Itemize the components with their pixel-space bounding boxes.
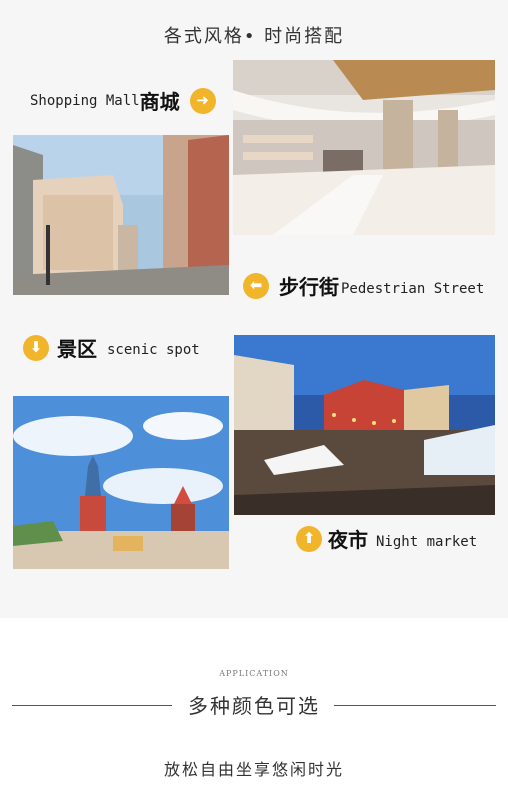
scenic-label-en: scenic spot [107, 341, 200, 358]
night-market-photo [234, 335, 495, 515]
right-arrow-icon: ➜ [189, 87, 216, 114]
street-label: ⬅ 步行街 Pedestrian Street [243, 271, 484, 300]
scenic-label-zh: 景区 [57, 337, 97, 361]
tagline: 放松自由坐享悠闲时光 [163, 760, 344, 779]
left-arrow-icon: ⬅ [243, 272, 269, 299]
scenic-label: ⬇ 景区 scenic spot [23, 333, 200, 362]
mall-label: Shopping Mall 商城 ➜ [30, 86, 216, 115]
down-arrow-icon: ⬇ [23, 334, 49, 361]
page-title: 各式风格• 时尚搭配 [163, 26, 345, 47]
mall-photo [233, 60, 495, 235]
street-label-en: Pedestrian Street [341, 280, 485, 297]
night-label: ⬆ 夜市 Night market [296, 524, 477, 553]
street-label-zh: 步行街 [279, 275, 339, 299]
up-arrow-icon: ⬆ [296, 525, 322, 552]
mall-label-en: Shopping Mall [30, 92, 140, 109]
night-label-zh: 夜市 [328, 528, 368, 552]
scenic-photo [13, 396, 229, 569]
mall-label-zh: 商城 [139, 90, 180, 114]
night-label-en: Night market [376, 533, 478, 550]
section-subtitle: 多种颜色可选 [188, 694, 320, 718]
street-photo [13, 135, 229, 295]
application-tag: APPLICATION [219, 669, 289, 678]
